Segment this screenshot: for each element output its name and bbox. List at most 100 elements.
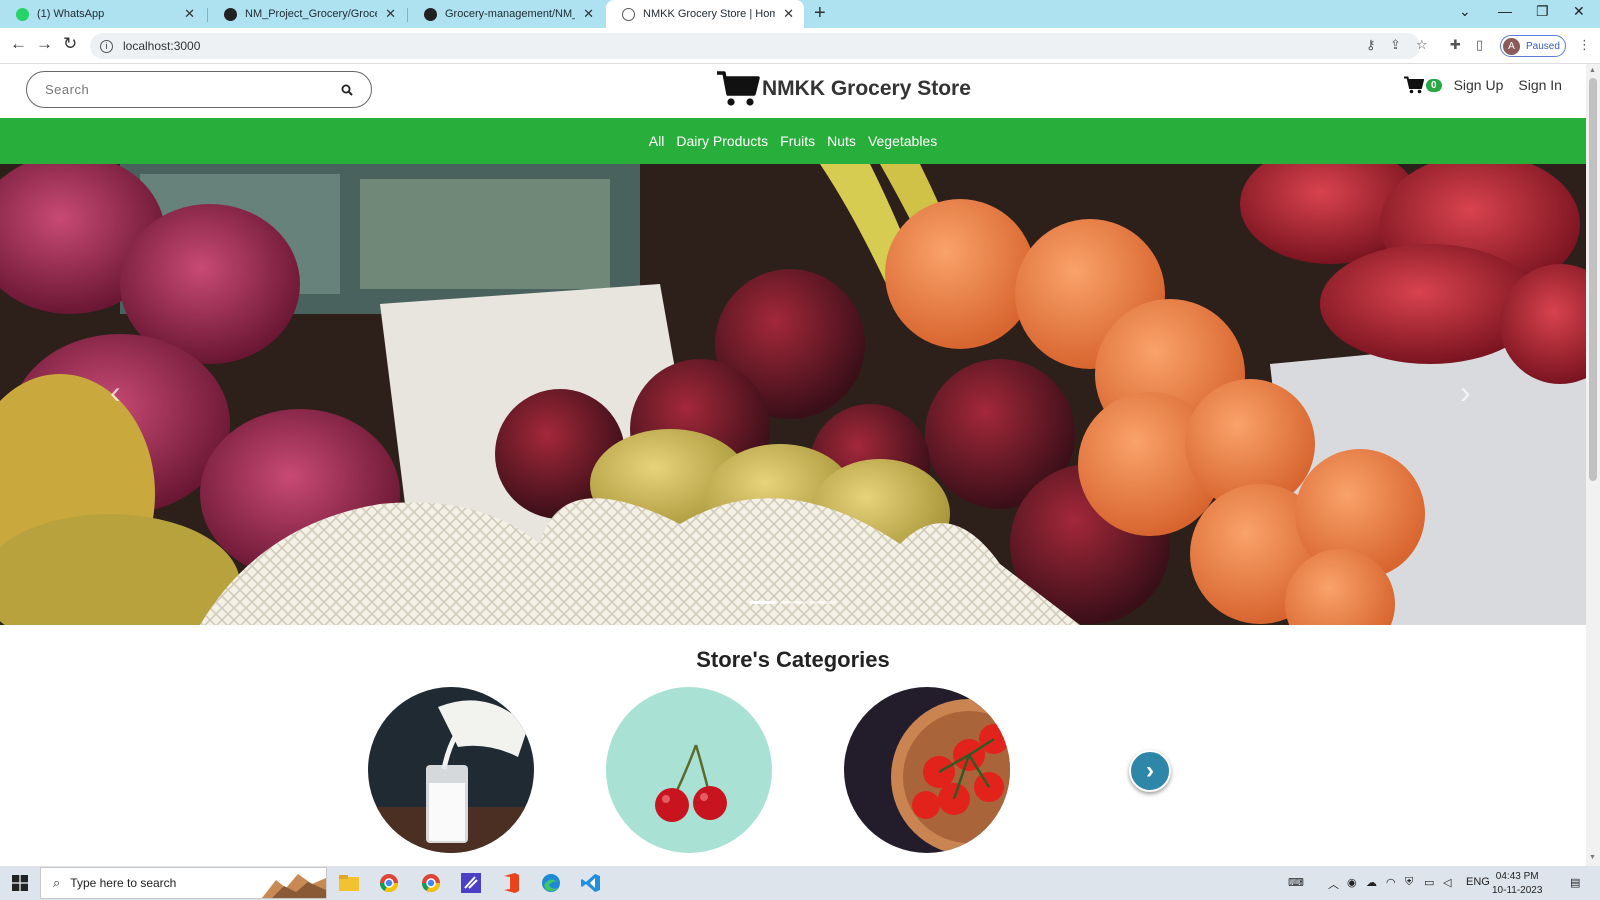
- header-actions: 0 Sign Up Sign In: [1404, 76, 1577, 94]
- nav-item-vegetables[interactable]: Vegetables: [868, 133, 937, 149]
- brand-logo[interactable]: NMKK Grocery Store: [716, 70, 971, 108]
- sign-up-link[interactable]: Sign Up: [1454, 77, 1504, 93]
- nav-item-dairy-products[interactable]: Dairy Products: [676, 133, 768, 149]
- nav-item-fruits[interactable]: Fruits: [780, 133, 815, 149]
- browser-tab-strip: (1) WhatsApp ✕ NM_Project_Grocery/Grocer…: [0, 0, 1600, 28]
- restore-icon[interactable]: ❐: [1536, 3, 1549, 20]
- extensions-icon[interactable]: ✚: [1450, 37, 1461, 53]
- search-icon[interactable]: [341, 84, 353, 96]
- tab-title: NM_Project_Grocery/Grocery at: [245, 8, 378, 20]
- carousel-indicator[interactable]: [750, 601, 776, 604]
- tray-app-icon[interactable]: ◉: [1347, 876, 1357, 889]
- battery-icon[interactable]: ▭: [1424, 876, 1434, 889]
- url-text: localhost:3000: [123, 39, 201, 53]
- window-close-icon[interactable]: ✕: [1573, 3, 1585, 20]
- network-drive-icon[interactable]: ☁: [1366, 876, 1377, 889]
- search-icon: ⌕: [53, 875, 61, 890]
- cart-count-badge: 0: [1426, 78, 1442, 92]
- search-box: [26, 71, 372, 108]
- taskbar-search[interactable]: ⌕ Type here to search: [40, 867, 327, 899]
- scroll-up-icon[interactable]: ▲: [1589, 67, 1596, 74]
- avatar: A: [1503, 37, 1520, 55]
- page-scrollbar[interactable]: ▲ ▼: [1586, 64, 1600, 866]
- site-header: NMKK Grocery Store 0 Sign Up Sign In: [0, 64, 1586, 118]
- keyboard-icon[interactable]: ⌨: [1288, 876, 1304, 889]
- volume-icon[interactable]: ◁: [1443, 876, 1451, 889]
- site-info-icon[interactable]: i: [100, 39, 113, 53]
- category-nav: All Dairy Products Fruits Nuts Vegetable…: [0, 118, 1586, 164]
- browser-menu-icon[interactable]: ⋮: [1578, 37, 1591, 53]
- carousel-indicators: [750, 601, 840, 604]
- windows-start-icon[interactable]: [12, 875, 28, 891]
- nav-item-nuts[interactable]: Nuts: [827, 133, 856, 149]
- tab-title: Grocery-management/NM_Proje: [445, 8, 575, 20]
- tab-github-grocery[interactable]: NM_Project_Grocery/Grocery at ✕: [208, 0, 406, 28]
- tab-title: NMKK Grocery Store | Home: [643, 8, 776, 20]
- carousel-prev-icon[interactable]: ‹: [110, 374, 121, 411]
- back-icon[interactable]: ←: [10, 34, 27, 54]
- github-icon: [424, 7, 437, 21]
- carousel-indicator[interactable]: [780, 601, 806, 604]
- chrome-profile-icon[interactable]: [420, 873, 442, 893]
- file-explorer-icon[interactable]: [338, 873, 360, 893]
- minimize-icon[interactable]: —: [1498, 3, 1512, 19]
- clock-time: 04:43 PM: [1495, 871, 1539, 882]
- edge-icon[interactable]: [540, 873, 562, 893]
- wifi-icon[interactable]: ◠: [1386, 876, 1396, 889]
- scrollbar-thumb[interactable]: [1589, 78, 1597, 481]
- new-tab-icon[interactable]: +: [814, 2, 826, 25]
- clock-date: 10-11-2023: [1492, 885, 1543, 896]
- category-fruits[interactable]: [606, 687, 772, 853]
- close-icon[interactable]: ✕: [385, 6, 396, 22]
- bookmark-star-icon[interactable]: ☆: [1416, 37, 1428, 53]
- cherries-image: [606, 687, 772, 853]
- brand-title: NMKK Grocery Store: [762, 77, 971, 100]
- scroll-down-icon[interactable]: ▼: [1589, 854, 1596, 861]
- taskbar-search-placeholder: Type here to search: [70, 876, 177, 890]
- fruit-market-image: [0, 164, 1586, 625]
- carousel-indicator[interactable]: [810, 601, 836, 604]
- chrome-icon[interactable]: [378, 873, 400, 893]
- globe-icon: [622, 7, 635, 21]
- search-highlight-image: [262, 874, 326, 898]
- notifications-icon[interactable]: ▤: [1570, 876, 1580, 889]
- tab-title: (1) WhatsApp: [37, 8, 105, 20]
- vscode-icon[interactable]: [580, 873, 602, 893]
- address-bar[interactable]: i localhost:3000: [90, 33, 1420, 59]
- key-icon[interactable]: ⚷: [1366, 37, 1376, 53]
- office-icon[interactable]: [500, 873, 522, 893]
- defender-icon[interactable]: ⛨: [1405, 876, 1413, 889]
- sign-in-link[interactable]: Sign In: [1518, 77, 1562, 93]
- categories-next-button[interactable]: ›: [1129, 750, 1171, 792]
- tab-github-management[interactable]: Grocery-management/NM_Proje ✕: [408, 0, 604, 28]
- tab-nmkk-home[interactable]: NMKK Grocery Store | Home ✕: [606, 0, 804, 28]
- side-panel-icon[interactable]: ▯: [1476, 37, 1483, 53]
- github-icon: [224, 7, 237, 21]
- cart-icon[interactable]: [1404, 76, 1424, 94]
- hero-carousel: ‹ ›: [0, 164, 1586, 625]
- browser-toolbar: ← → ↻ i localhost:3000 ⚷ ⇪ ☆ ✚ ▯ A Pause…: [0, 28, 1600, 64]
- cart-logo-icon: [717, 71, 760, 106]
- forward-icon[interactable]: →: [36, 34, 53, 54]
- category-dairy[interactable]: [368, 687, 534, 853]
- close-icon[interactable]: ✕: [184, 6, 195, 22]
- system-clock[interactable]: 04:43 PM 10-11-2023: [1492, 870, 1542, 898]
- reload-icon[interactable]: ↻: [63, 34, 77, 54]
- close-icon[interactable]: ✕: [783, 6, 794, 22]
- editor-app-icon[interactable]: [460, 873, 482, 893]
- windows-taskbar: ⌕ Type here to search ⌨ ︿ ◉ ☁ ◠ ⛨ ▭ ◁ EN…: [0, 866, 1600, 900]
- category-vegetables[interactable]: [844, 687, 1010, 853]
- profile-button[interactable]: A Paused: [1500, 35, 1566, 57]
- language-indicator[interactable]: ENG: [1466, 876, 1490, 888]
- search-input[interactable]: [45, 82, 341, 97]
- carousel-next-icon[interactable]: ›: [1460, 374, 1471, 411]
- categories-title: Store's Categories: [696, 647, 890, 672]
- chevron-right-icon: ›: [1146, 757, 1154, 784]
- tab-whatsapp[interactable]: (1) WhatsApp ✕: [0, 0, 205, 28]
- share-icon[interactable]: ⇪: [1390, 37, 1401, 53]
- close-icon[interactable]: ✕: [583, 6, 594, 22]
- tray-chevron-icon[interactable]: ︿: [1328, 876, 1339, 892]
- nav-item-all[interactable]: All: [649, 133, 665, 149]
- tab-search-chevron-icon[interactable]: ⌄: [1459, 3, 1471, 20]
- profile-status: Paused: [1526, 40, 1560, 52]
